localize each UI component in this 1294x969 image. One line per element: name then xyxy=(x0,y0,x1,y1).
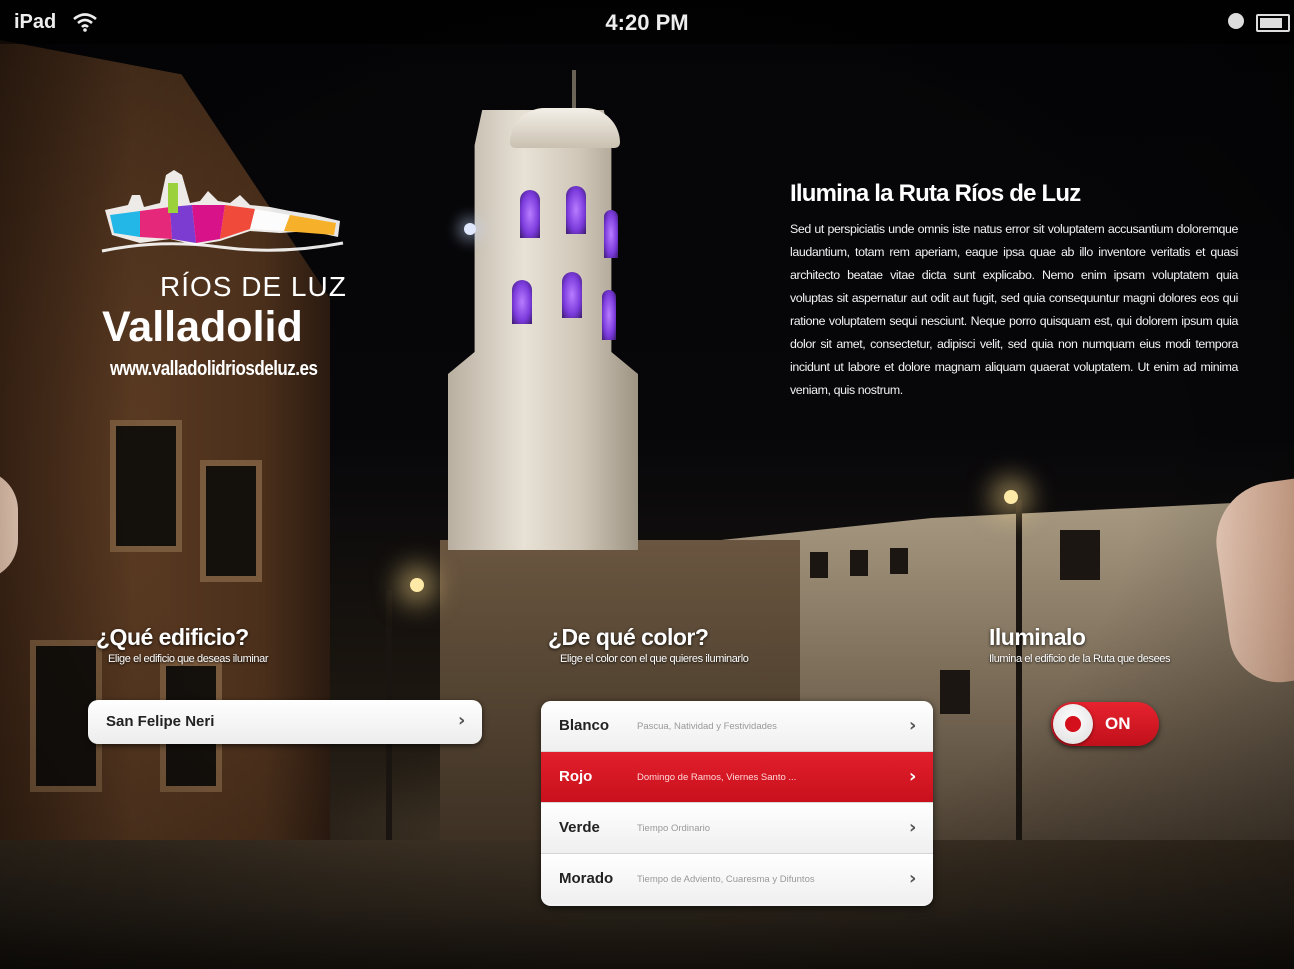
illuminate-subtitle: Ilumina el edificio de la Ruta que desee… xyxy=(989,653,1171,665)
color-option-description: Tiempo de Adviento, Cuaresma y Difuntos xyxy=(637,874,815,885)
app-screen: iPad 4:20 PM RÍOS DE LUZ Valladolid www.… xyxy=(0,0,1294,969)
color-list: Blanco Pascua, Natividad y Festividades … xyxy=(541,701,933,906)
color-option-verde[interactable]: Verde Tiempo Ordinario › xyxy=(541,803,933,854)
chevron-right-icon: › xyxy=(909,766,917,787)
color-section: ¿De qué color? Elige el color con el que… xyxy=(548,624,749,665)
color-option-description: Domingo de Ramos, Viernes Santo ... xyxy=(637,772,797,783)
intro-block: Ilumina la Ruta Ríos de Luz Sed ut persp… xyxy=(790,180,1238,402)
toggle-label: ON xyxy=(1105,714,1131,733)
color-subtitle: Elige el color con el que quieres ilumin… xyxy=(560,653,749,665)
color-option-name: Blanco xyxy=(559,717,610,734)
color-option-description: Pascua, Natividad y Festividades xyxy=(637,721,777,732)
sync-icon xyxy=(1228,13,1244,29)
building-selector[interactable]: San Felipe Neri › xyxy=(88,700,482,744)
color-option-morado[interactable]: Morado Tiempo de Adviento, Cuaresma y Di… xyxy=(541,854,933,904)
intro-body: Sed ut perspiciatis unde omnis iste natu… xyxy=(790,222,1238,397)
street-lamp xyxy=(1004,490,1018,504)
color-option-description: Tiempo Ordinario xyxy=(637,823,711,834)
logo-url: www.valladolidriosdeluz.es xyxy=(110,357,318,380)
chevron-right-icon: › xyxy=(909,868,917,889)
color-option-name: Rojo xyxy=(559,768,593,785)
color-option-blanco[interactable]: Blanco Pascua, Natividad y Festividades … xyxy=(541,701,933,752)
logo-line-2: Valladolid xyxy=(102,303,303,351)
building-selected-value: San Felipe Neri xyxy=(106,713,215,730)
toggle-knob xyxy=(1053,704,1093,744)
illuminate-title: Iluminalo xyxy=(989,624,1086,650)
illuminate-toggle[interactable]: ON xyxy=(1051,702,1159,746)
color-title: ¿De qué color? xyxy=(548,624,709,650)
color-option-name: Morado xyxy=(559,870,614,887)
intro-title: Ilumina la Ruta Ríos de Luz xyxy=(790,180,1081,207)
status-bar: iPad 4:20 PM xyxy=(0,0,1294,44)
color-option-rojo[interactable]: Rojo Domingo de Ramos, Viernes Santo ...… xyxy=(541,752,933,803)
building-section: ¿Qué edificio? Elige el edificio que des… xyxy=(96,624,268,665)
chevron-right-icon: › xyxy=(909,715,917,736)
rios-de-luz-logo: RÍOS DE LUZ Valladolid www.valladolidrio… xyxy=(100,165,350,385)
tower-cap xyxy=(510,108,620,148)
illuminate-section: Iluminalo Ilumina el edificio de la Ruta… xyxy=(989,624,1171,665)
building-title: ¿Qué edificio? xyxy=(96,624,249,650)
moon xyxy=(464,223,476,235)
chevron-right-icon: › xyxy=(909,817,917,838)
street-lamp xyxy=(410,578,424,592)
building-subtitle: Elige el edificio que deseas iluminar xyxy=(108,653,269,665)
chevron-right-icon: › xyxy=(458,710,466,731)
battery-icon xyxy=(1256,14,1290,32)
logo-line-1: RÍOS DE LUZ xyxy=(160,271,347,302)
color-option-name: Verde xyxy=(559,819,600,836)
status-time: 4:20 PM xyxy=(605,10,689,35)
skyline-logo-mark xyxy=(101,170,344,253)
